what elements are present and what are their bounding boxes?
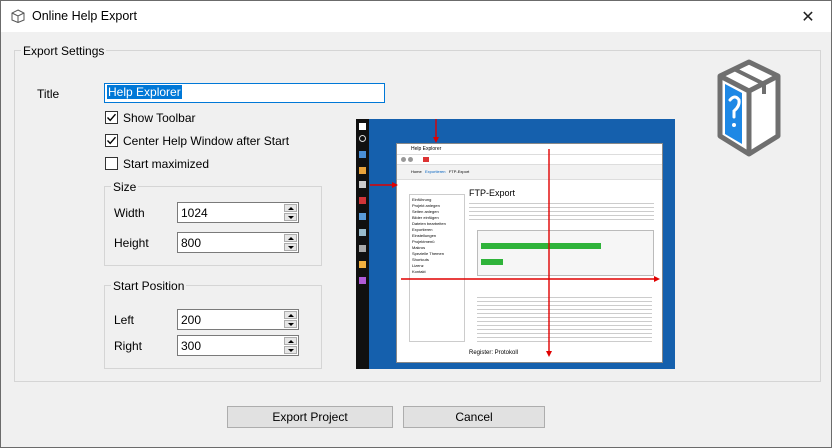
width-label: Width: [114, 206, 145, 220]
show-toolbar-label[interactable]: Show Toolbar: [123, 111, 196, 125]
size-group: [104, 186, 322, 266]
package-icon: [11, 9, 25, 23]
height-stepper[interactable]: 800: [177, 232, 299, 253]
width-down-arrow-icon[interactable]: [284, 213, 297, 221]
export-settings-label: Export Settings: [21, 44, 107, 58]
checkmark-icon: [106, 136, 117, 145]
right-down-arrow-icon[interactable]: [284, 346, 297, 354]
left-down-arrow-icon[interactable]: [284, 320, 297, 328]
title-input[interactable]: Help Explorer: [104, 83, 385, 103]
left-stepper[interactable]: 200: [177, 309, 299, 330]
right-stepper[interactable]: 300: [177, 335, 299, 356]
start-position-label: Start Position: [111, 279, 187, 293]
window-title: Online Help Export: [32, 9, 137, 23]
height-label: Height: [114, 236, 149, 250]
start-maximized-label[interactable]: Start maximized: [123, 157, 209, 171]
show-toolbar-checkbox[interactable]: [105, 111, 118, 124]
start-maximized-checkbox[interactable]: [105, 157, 118, 170]
height-down-arrow-icon[interactable]: [284, 243, 297, 251]
title-input-value: Help Explorer: [107, 85, 182, 99]
right-label: Right: [114, 339, 143, 353]
width-up-arrow-icon[interactable]: [284, 204, 297, 212]
left-label: Left: [114, 313, 135, 327]
close-icon[interactable]: ✕: [785, 1, 831, 32]
cancel-label: Cancel: [455, 410, 493, 424]
right-value: 300: [181, 339, 202, 353]
left-value: 200: [181, 313, 202, 327]
height-up-arrow-icon[interactable]: [284, 234, 297, 242]
right-up-arrow-icon[interactable]: [284, 337, 297, 345]
preview-guides: [370, 119, 660, 357]
export-dialog: Online Help Export ✕ Export Settings Tit…: [0, 0, 832, 448]
width-stepper[interactable]: 1024: [177, 202, 299, 223]
export-project-label: Export Project: [272, 410, 348, 424]
cancel-button[interactable]: Cancel: [403, 406, 545, 428]
help-package-icon: [717, 59, 781, 157]
center-window-label[interactable]: Center Help Window after Start: [123, 134, 289, 148]
left-up-arrow-icon[interactable]: [284, 311, 297, 319]
height-value: 800: [181, 236, 202, 250]
export-project-button[interactable]: Export Project: [227, 406, 393, 428]
width-value: 1024: [181, 206, 208, 220]
checkmark-icon: [106, 113, 117, 122]
title-label: Title: [37, 87, 60, 101]
preview-image: Help Explorer Home Exportieren FTP-Expor…: [356, 119, 675, 369]
center-window-checkbox[interactable]: [105, 134, 118, 147]
title-bar: Online Help Export ✕: [1, 1, 831, 32]
size-label: Size: [111, 180, 139, 194]
